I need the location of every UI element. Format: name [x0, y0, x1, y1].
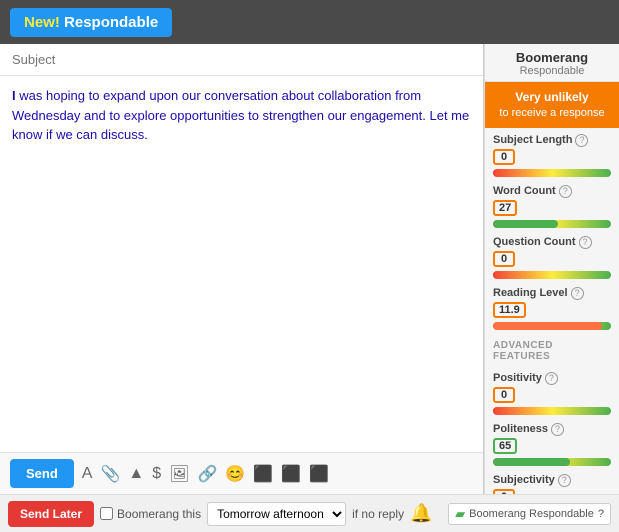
- metric-question-count: Question Count ? 0: [493, 236, 611, 279]
- attachment-icon[interactable]: 📎: [100, 464, 120, 484]
- font-icon[interactable]: A: [82, 465, 93, 483]
- word-count-bar: [493, 220, 611, 228]
- bell-icon[interactable]: 🔔: [410, 503, 432, 524]
- advanced-features-label: ADVANCED FEATURES: [485, 336, 619, 362]
- new-respondable-badge: New! Respondable: [10, 8, 172, 37]
- dollar-icon[interactable]: $: [152, 465, 161, 483]
- politeness-label: Politeness: [493, 423, 548, 435]
- body-area[interactable]: I was hoping to expand upon our conversa…: [0, 76, 483, 452]
- question-count-help-icon[interactable]: ?: [579, 236, 592, 249]
- panel-header: Boomerang Respondable: [485, 44, 619, 82]
- politeness-bar: [493, 458, 611, 466]
- question-count-fill: [493, 271, 495, 279]
- unlikely-badge: Very unlikely to receive a response: [485, 82, 619, 128]
- subjectivity-help-icon[interactable]: ?: [558, 474, 571, 487]
- word-count-value: 27: [493, 200, 517, 216]
- send-later-button[interactable]: Send Later: [8, 501, 94, 527]
- respondable-panel: Boomerang Respondable Very unlikely to r…: [484, 44, 619, 494]
- boomerang-footer-badge[interactable]: ▰ Boomerang Respondable ?: [448, 503, 611, 525]
- boomerang-check: Boomerang this: [100, 507, 201, 521]
- metric-positivity: Positivity ? 0: [493, 372, 611, 415]
- reading-level-bar: [493, 322, 611, 330]
- unlikely-sub: to receive a response: [491, 106, 613, 120]
- word-count-label: Word Count: [493, 185, 556, 197]
- boomerang-icon1[interactable]: ⬛: [253, 464, 273, 484]
- green-bar-icon: ▰: [455, 506, 465, 522]
- boomerang-icon3[interactable]: ⬛: [309, 464, 329, 484]
- panel-title: Boomerang: [493, 50, 611, 65]
- question-count-value: 0: [493, 251, 515, 267]
- metric-subjectivity: Subjectivity ? 0: [493, 474, 611, 494]
- send-button[interactable]: Send: [10, 459, 74, 488]
- new-label: New!: [24, 14, 60, 31]
- reading-level-fill: [493, 322, 602, 330]
- unlikely-label: Very unlikely: [491, 90, 613, 106]
- boomerang-icon2[interactable]: ⬛: [281, 464, 301, 484]
- panel-subtitle: Respondable: [493, 65, 611, 77]
- boomerang-check-label: Boomerang this: [117, 507, 201, 521]
- compose-toolbar: Send A 📎 ▲ $ 🖼 🔗 😊 ⬛ ⬛ ⬛: [0, 452, 483, 494]
- positivity-fill: [493, 407, 495, 415]
- politeness-fill: [493, 458, 570, 466]
- link-icon[interactable]: 🔗: [197, 464, 217, 484]
- question-count-bar: [493, 271, 611, 279]
- drive-icon[interactable]: ▲: [128, 465, 144, 483]
- bottom-bar: Send Later Boomerang this Tomorrow after…: [0, 494, 619, 532]
- politeness-help-icon[interactable]: ?: [551, 423, 564, 436]
- if-no-reply-text: if no reply: [352, 507, 404, 521]
- question-count-label: Question Count: [493, 236, 576, 248]
- footer-badge-text: Boomerang Respondable: [469, 508, 594, 520]
- subject-length-bar: [493, 169, 611, 177]
- positivity-value: 0: [493, 387, 515, 403]
- metric-politeness: Politeness ? 65: [493, 423, 611, 466]
- main-area: I was hoping to expand upon our conversa…: [0, 44, 619, 494]
- subject-length-help-icon[interactable]: ?: [575, 134, 588, 147]
- boomerang-checkbox[interactable]: [100, 507, 113, 520]
- politeness-value: 65: [493, 438, 517, 454]
- subjectivity-label: Subjectivity: [493, 474, 555, 486]
- word-count-help-icon[interactable]: ?: [559, 185, 572, 198]
- positivity-bar: [493, 407, 611, 415]
- metric-subject-length: Subject Length ? 0: [493, 134, 611, 177]
- positivity-help-icon[interactable]: ?: [545, 372, 558, 385]
- body-first-char: I: [12, 88, 16, 103]
- metric-word-count: Word Count ? 27: [493, 185, 611, 228]
- positivity-label: Positivity: [493, 372, 542, 384]
- image-icon[interactable]: 🖼: [169, 464, 189, 484]
- subject-length-fill: [493, 169, 495, 177]
- reading-level-label: Reading Level: [493, 287, 568, 299]
- footer-help-icon: ?: [598, 508, 604, 520]
- badge-title: Respondable: [64, 14, 158, 31]
- metric-reading-level: Reading Level ? 11.9: [493, 287, 611, 330]
- subject-field: [0, 44, 483, 76]
- panel-metrics: Subject Length ? 0 Word Count ? 27: [485, 128, 619, 336]
- compose-pane: I was hoping to expand upon our conversa…: [0, 44, 484, 494]
- top-bar: New! Respondable: [0, 0, 619, 44]
- advanced-metrics: Positivity ? 0 Politeness ? 65: [485, 366, 619, 494]
- reading-level-help-icon[interactable]: ?: [571, 287, 584, 300]
- emoji-icon[interactable]: 😊: [225, 464, 245, 484]
- reading-level-value: 11.9: [493, 302, 526, 318]
- tomorrow-select[interactable]: Tomorrow afternoon: [207, 502, 346, 526]
- subject-length-value: 0: [493, 149, 515, 165]
- body-rest: was hoping to expand upon our conversati…: [12, 88, 469, 142]
- subject-input[interactable]: [12, 52, 471, 67]
- word-count-fill: [493, 220, 558, 228]
- body-text: I was hoping to expand upon our conversa…: [12, 86, 471, 145]
- subject-length-label: Subject Length: [493, 134, 572, 146]
